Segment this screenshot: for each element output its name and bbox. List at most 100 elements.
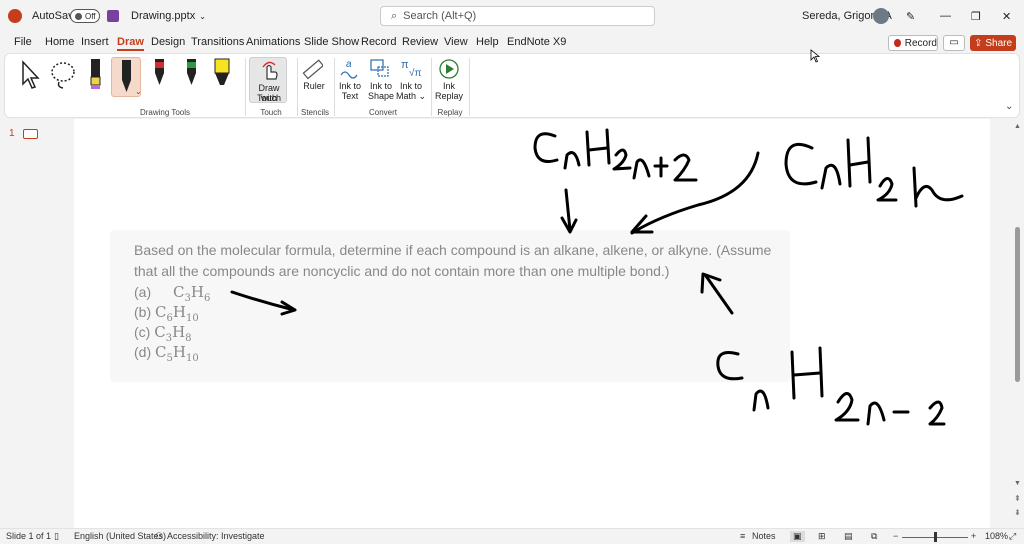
draw-with-touch-label-2: Touch [256, 93, 282, 103]
slide-sorter-icon[interactable]: ⊞ [818, 531, 826, 542]
chevron-down-icon: ⌄ [418, 91, 427, 101]
tab-help[interactable]: Help [476, 36, 499, 48]
slide-thumbnail[interactable] [23, 129, 38, 139]
ink-replay-icon[interactable] [437, 57, 461, 81]
problem-text-line-1: Based on the molecular formula, determin… [134, 242, 772, 258]
ink-to-shape-icon[interactable] [368, 57, 392, 79]
touch-hand-icon [262, 61, 278, 80]
record-dot-icon [894, 39, 901, 47]
tab-view[interactable]: View [444, 36, 468, 48]
zoom-in-icon[interactable]: + [971, 531, 976, 541]
slide-thumbnail-number: 1 [9, 128, 15, 139]
ink-to-math-label-1: Ink to [399, 81, 422, 91]
pen-green[interactable] [181, 57, 201, 93]
previous-slide-icon[interactable]: ⇞ [1014, 494, 1021, 503]
spellcheck-icon[interactable]: ▯ [54, 531, 59, 542]
ink-to-text-label-1: Ink to [338, 81, 361, 91]
powerpoint-logo-icon [8, 0, 24, 32]
reading-view-icon[interactable]: ▤ [844, 531, 853, 542]
svg-text:a: a [346, 59, 352, 70]
tab-review[interactable]: Review [402, 36, 438, 48]
ink-to-math-icon[interactable]: π √π [398, 57, 422, 79]
ribbon-divider [469, 58, 470, 116]
accessibility-icon: ⚇ [155, 531, 164, 541]
lasso-select-icon[interactable] [49, 60, 79, 90]
file-name-label: Drawing.pptx [131, 10, 196, 22]
scroll-down-icon[interactable]: ▼ [1014, 480, 1021, 487]
scroll-up-icon[interactable]: ▲ [1014, 123, 1021, 130]
share-icon: ⇪ [973, 37, 983, 49]
tab-file[interactable]: File [14, 36, 32, 48]
search-icon: ⌕ [391, 9, 398, 22]
ink-replay-label-1: Ink [442, 81, 455, 91]
tab-draw[interactable]: Draw [117, 36, 144, 51]
tab-record[interactable]: Record [361, 36, 396, 48]
ruler-icon[interactable] [301, 58, 323, 80]
tab-animations[interactable]: Animations [246, 36, 300, 48]
record-label: Record [904, 37, 937, 49]
title-bar: AutoSave Off Drawing.pptx ⌄ ⌕ Search (Alt… [0, 0, 1024, 32]
ink-to-shape-label-1: Ink to [369, 81, 392, 91]
comments-button[interactable]: ▭ [943, 35, 965, 51]
zoom-level[interactable]: 108% [985, 531, 1008, 541]
select-cursor-icon[interactable] [19, 60, 41, 90]
normal-view-icon[interactable]: ▣ [790, 531, 805, 542]
ink-to-math-label-2: Math ⌄ [395, 91, 427, 101]
share-label: Share [985, 37, 1013, 49]
scrollbar-thumb[interactable] [1015, 227, 1020, 382]
ink-to-shape-label-2: Shape [367, 91, 395, 101]
restore-icon[interactable]: ❐ [971, 0, 981, 32]
record-button[interactable]: Record [888, 35, 938, 51]
group-label-drawing-tools: Drawing Tools [139, 108, 191, 117]
collapse-ribbon-icon[interactable]: ⌄ [1005, 101, 1013, 112]
svg-text:⌄: ⌄ [135, 87, 142, 96]
zoom-slider-handle[interactable] [934, 532, 937, 542]
tab-insert[interactable]: Insert [81, 36, 109, 48]
group-label-convert: Convert [368, 108, 397, 117]
problem-text-line-2: that all the compounds are noncyclic and… [134, 263, 670, 279]
file-name[interactable]: Drawing.pptx ⌄ [131, 0, 206, 32]
tab-endnote[interactable]: EndNote X9 [507, 36, 566, 48]
notes-button[interactable]: Notes [752, 531, 776, 541]
tab-slide-show[interactable]: Slide Show [304, 36, 359, 48]
group-label-replay: Replay [437, 108, 463, 117]
draw-with-touch-button[interactable]: Draw with Touch [249, 57, 287, 103]
ink-to-text-icon[interactable]: a [339, 57, 363, 79]
next-slide-icon[interactable]: ⇟ [1014, 508, 1021, 517]
fit-to-window-icon[interactable]: ⤢ [1009, 531, 1016, 542]
list-item: (d) C5H10 [134, 343, 199, 364]
save-icon[interactable] [107, 0, 121, 32]
mouse-cursor-icon [810, 49, 820, 63]
group-label-touch: Touch [260, 108, 282, 117]
language-indicator[interactable]: English (United States) [74, 531, 166, 541]
minimize-icon[interactable]: — [940, 0, 951, 32]
ink-to-text-label-2: Text [341, 91, 359, 101]
group-label-stencils: Stencils [300, 108, 329, 117]
autosave-toggle[interactable]: Off [70, 0, 100, 32]
avatar[interactable] [873, 0, 889, 32]
ribbon: ⌄ Drawing Tools Draw with Touch Touch Ru… [4, 53, 1020, 118]
search-placeholder: Search (Alt+Q) [403, 10, 477, 22]
pen-icon[interactable]: ✎ [906, 0, 915, 32]
menu-tabs: File Home Insert Draw Design Transitions… [0, 32, 1024, 52]
notes-icon: ≡ [740, 531, 746, 541]
slide-count: Slide 1 of 1 [6, 531, 52, 541]
chevron-down-icon: ⌄ [199, 11, 206, 21]
pen-red[interactable] [149, 57, 169, 93]
zoom-out-icon[interactable]: − [893, 531, 898, 541]
tab-transitions[interactable]: Transitions [191, 36, 244, 48]
status-bar: Slide 1 of 1 ▯ English (United States) ⚇… [0, 528, 1024, 544]
comment-icon: ▭ [949, 37, 959, 48]
ruler-label[interactable]: Ruler [297, 81, 331, 91]
share-button[interactable]: ⇪ Share [970, 35, 1016, 51]
accessibility-status[interactable]: Accessibility: Investigate [167, 531, 265, 541]
svg-text:π: π [401, 59, 409, 71]
highlighter-yellow-pen[interactable] [85, 57, 105, 93]
tab-design[interactable]: Design [151, 36, 185, 48]
tab-home[interactable]: Home [45, 36, 74, 48]
highlighter-yellow[interactable] [211, 57, 231, 93]
close-icon[interactable]: ✕ [1002, 0, 1011, 32]
slideshow-icon[interactable]: ⧉ [871, 531, 877, 542]
search-input[interactable]: ⌕ Search (Alt+Q) [380, 6, 655, 26]
pen-black-selected[interactable]: ⌄ [111, 57, 142, 97]
